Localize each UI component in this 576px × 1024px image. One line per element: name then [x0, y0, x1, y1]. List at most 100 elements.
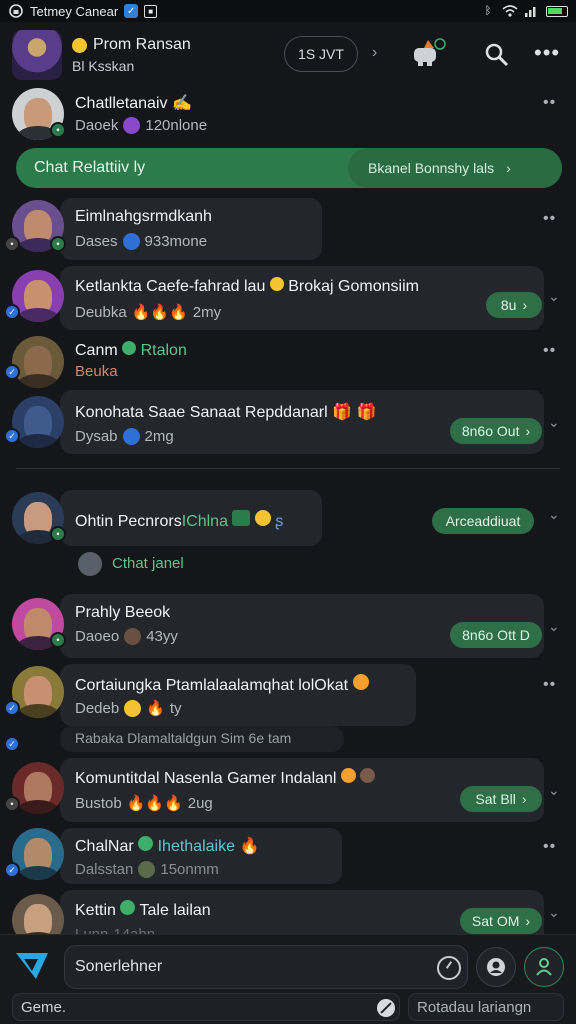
chat-row[interactable]: • Komuntitdal Nasenla Gamer Indalanl Bus…: [0, 758, 576, 824]
chat-name: Chatlletanaiv ✍: [75, 95, 192, 112]
app-icon: ■: [144, 4, 158, 18]
small-avatar: [76, 550, 104, 578]
banner-left-label: Chat Relattiiv ly: [34, 159, 146, 176]
status-badge-icon: •: [4, 796, 20, 812]
chevron-right-icon: ›: [506, 160, 511, 176]
chat-subtitle: Dysab 2mg: [75, 428, 174, 445]
chat-row[interactable]: ✓ Ketlankta Caefe-fahrad lau Brokaj Gomo…: [0, 264, 576, 332]
verified-badge-icon: ✓: [4, 428, 20, 444]
fire-emoji-icon: 🔥🔥🔥: [126, 795, 183, 812]
row-menu-icon[interactable]: ••: [543, 676, 556, 694]
badge-icon: [122, 428, 140, 445]
chat-name: Cortaiungka Ptamlalaalamqhat lolOkat: [75, 674, 369, 695]
chevron-down-icon[interactable]: ⌄: [548, 782, 560, 799]
chat-row[interactable]: ✓ Canm Rtalon Beuka ••: [0, 334, 576, 390]
avatar: [12, 894, 64, 934]
row-menu-icon[interactable]: ••: [543, 838, 556, 856]
chat-subtitle: Daoeo 43yy: [75, 628, 178, 645]
chevron-right-icon[interactable]: ›: [372, 44, 377, 62]
chevron-down-icon[interactable]: ⌄: [548, 618, 560, 635]
online-badge-icon: •: [50, 632, 66, 648]
gift-emoji-icon: 🎁 🎁: [332, 404, 377, 421]
status-tag[interactable]: Sat OM ›: [460, 908, 542, 934]
avatar: [12, 336, 64, 388]
more-options-icon[interactable]: •••: [534, 40, 560, 66]
mic-button[interactable]: [476, 947, 516, 987]
carrier-name: Tetmey Canear: [30, 3, 119, 19]
chat-name: Kettin Tale lailan: [75, 900, 211, 919]
lock-icon: [8, 3, 24, 19]
chat-row[interactable]: • Prahly Beeok Daoeo 43yy 8n6o Ott D ⌄: [0, 594, 576, 660]
chat-row[interactable]: ✓ Cortaiungka Ptamlalaalamqhat lolOkat D…: [0, 660, 576, 756]
online-badge-icon: •: [50, 526, 66, 542]
chevron-down-icon[interactable]: ⌄: [548, 288, 560, 305]
status-tag[interactable]: Arceaddiuat: [432, 508, 534, 534]
chat-row[interactable]: • Chatlletanaiv ✍ Daoek 120nlone ••: [0, 86, 576, 146]
check-icon: ✓: [124, 4, 139, 18]
chat-name: Prahly Beeok: [75, 604, 171, 621]
badge-icon: [138, 861, 156, 878]
channel-bonus-button[interactable]: Bkanel Bonnshy lals ›: [348, 148, 562, 188]
send-button[interactable]: [524, 947, 564, 987]
chat-row[interactable]: • Ohtin PecnrorsIChlna ʂ Arceaddiuat ⌄ C…: [0, 488, 576, 584]
chat-name: Konohata Saae Sanaat Repddanarl 🎁 🎁: [75, 404, 377, 421]
bluetooth-icon: ᛒ: [484, 5, 492, 17]
chat-relativity-banner[interactable]: Chat Relattiiv ly Bkanel Bonnshy lals ›: [16, 148, 562, 188]
emoji-icon[interactable]: [437, 956, 461, 980]
message-input[interactable]: [75, 946, 415, 988]
time-filter-pill[interactable]: 1S JVT: [284, 36, 358, 72]
banner-right-label: Bkanel Bonnshy lals: [368, 160, 495, 176]
chat-row[interactable]: ✓ ChalNar Ihethalaike 🔥 Dalsstan 15onmm …: [0, 826, 576, 888]
online-badge-icon: •: [50, 236, 66, 252]
game-controller-icon[interactable]: [410, 38, 446, 68]
block-icon[interactable]: [377, 999, 395, 1017]
avatar: [12, 396, 64, 448]
chevron-down-icon[interactable]: ⌄: [548, 904, 560, 921]
chat-subtitle: Daoek 120nlone: [75, 117, 208, 134]
status-badge-icon: •: [4, 236, 20, 252]
row-menu-icon[interactable]: ••: [543, 210, 556, 228]
composer-bar: Geme. Rotadau lariangn: [0, 934, 576, 1024]
header-title-row[interactable]: Prom Ransan: [72, 36, 191, 54]
chat-name: Komuntitdal Nasenla Gamer Indalanl: [75, 768, 376, 788]
status-tag[interactable]: 8n6o Out ›: [450, 418, 542, 444]
row-menu-icon[interactable]: ••: [543, 342, 556, 360]
chat-row[interactable]: Kettin Tale lailan Lunn 14ahn Sat OM› ⌄: [0, 890, 576, 934]
chat-row[interactable]: • • Eimlnahgsrmdkanh Dases 933mone ••: [0, 196, 576, 262]
badge-icon: [124, 628, 142, 645]
header-title: Prom Ransan: [93, 36, 191, 53]
chat-name: Eimlnahgsrmdkanh: [75, 208, 212, 225]
chat-subtitle: Lunn 14ahn: [75, 926, 155, 934]
status-tag[interactable]: 8n6o Ott D: [450, 622, 542, 648]
game-label: Geme.: [21, 998, 67, 1016]
verified-badge-icon: ✓: [4, 700, 20, 716]
chat-caption: Rabaka Dlamaltaldgun Sim 6e tam: [75, 730, 292, 746]
chat-caption: Cthat janel: [112, 555, 184, 572]
group-avatar[interactable]: [12, 30, 62, 80]
verified-badge-icon: ✓: [4, 736, 20, 752]
chat-name: Ohtin PecnrorsIChlna ʂ: [75, 510, 283, 531]
wifi-icon: [502, 3, 518, 19]
chevron-down-icon[interactable]: ⌄: [548, 506, 560, 523]
message-input-container[interactable]: [64, 945, 468, 989]
ranked-field[interactable]: Rotadau lariangn: [408, 993, 564, 1021]
battery-icon: [546, 5, 568, 17]
chevron-down-icon[interactable]: ⌄: [548, 414, 560, 431]
profile-icon: [487, 958, 505, 976]
verified-badge-icon: ✓: [4, 364, 20, 380]
user-add-icon: [536, 958, 552, 976]
chat-name: ChalNar Ihethalaike 🔥: [75, 836, 260, 855]
chat-name: Ketlankta Caefe-fahrad lau Brokaj Gomons…: [75, 277, 419, 295]
row-menu-icon[interactable]: ••: [543, 94, 556, 112]
game-field[interactable]: Geme.: [12, 993, 400, 1021]
search-icon[interactable]: [484, 42, 510, 68]
chat-subtitle: Dedeb 🔥 ty: [75, 699, 182, 717]
smile-emoji-icon: [72, 37, 87, 53]
status-tag[interactable]: Sat Bll ›: [460, 786, 542, 812]
signal-icon: [524, 3, 540, 19]
chat-name: Canm Rtalon: [75, 341, 187, 359]
chat-row[interactable]: ✓ Konohata Saae Sanaat Repddanarl 🎁 🎁 Dy…: [0, 390, 576, 456]
badge-icon: [123, 117, 141, 134]
status-tag[interactable]: 8u ›: [486, 292, 542, 318]
app-logo-icon[interactable]: [14, 949, 50, 983]
